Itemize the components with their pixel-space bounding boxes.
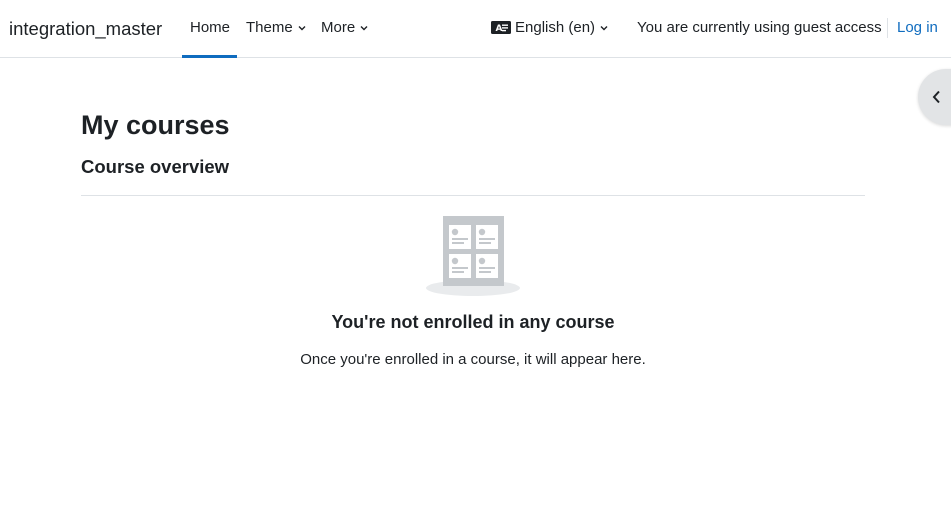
nav-home-link[interactable]: Home [190, 19, 230, 36]
site-name[interactable]: integration_master [9, 18, 162, 40]
top-navbar: integration_master Home Theme More A Eng… [0, 0, 951, 58]
empty-state-text: Once you're enrolled in a course, it wil… [300, 351, 646, 368]
guest-access-notice: You are currently using guest access [637, 19, 882, 36]
chevron-down-icon [298, 25, 306, 30]
active-nav-indicator [182, 55, 237, 58]
chevron-left-icon [932, 90, 940, 104]
section-divider [81, 195, 865, 196]
chevron-down-icon [600, 25, 608, 30]
nav-more-label: More [321, 19, 356, 36]
language-icon: A [491, 21, 511, 34]
nav-more-dropdown[interactable]: More [321, 19, 369, 36]
courses-empty-illustration [426, 216, 520, 296]
language-label: English (en) [515, 19, 596, 36]
nav-home-label: Home [190, 19, 231, 36]
nav-theme-dropdown[interactable]: Theme [246, 19, 307, 36]
empty-state-title: You're not enrolled in any course [331, 312, 615, 332]
section-title: Course overview [81, 156, 230, 177]
open-block-drawer-button[interactable] [918, 69, 951, 125]
login-link[interactable]: Log in [897, 19, 938, 36]
language-menu[interactable]: A English (en) [491, 19, 609, 36]
chevron-down-icon [360, 25, 368, 30]
page-title: My courses [81, 110, 230, 140]
nav-theme-label: Theme [246, 19, 293, 36]
header-divider [887, 18, 888, 38]
svg-text:A: A [496, 24, 503, 34]
